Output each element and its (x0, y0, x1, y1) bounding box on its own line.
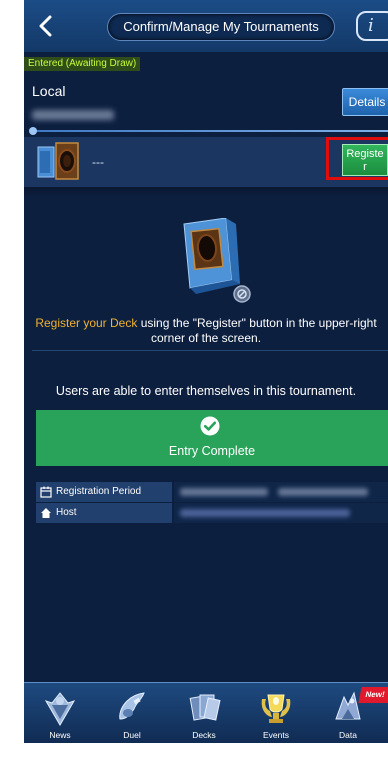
bottom-nav: News Duel Decks Events Data New! (24, 682, 388, 743)
tournament-name: Local (32, 83, 66, 99)
empty-deck-box-icon (183, 218, 251, 303)
header-bar: Confirm/Manage My Tournaments i (24, 0, 388, 52)
hint-line-1: Register your Deck using the "Register" … (24, 316, 388, 331)
hint-rest: using the "Register" button in the upper… (137, 316, 377, 330)
info-row-host: Host (36, 503, 388, 523)
info-row-registration: Registration Period (36, 482, 388, 502)
status-badge: Entered (Awaiting Draw) (24, 57, 141, 71)
nav-news[interactable]: News (24, 683, 96, 743)
nav-events[interactable]: Events (240, 683, 312, 743)
info-label-registration: Registration Period (36, 482, 172, 502)
nav-label-news: News (49, 730, 71, 740)
tournament-id-blurred (32, 110, 114, 120)
tournament-info-table: Registration Period Host (36, 482, 388, 524)
app-screen: Confirm/Manage My Tournaments i Entered … (24, 0, 388, 743)
deck-box-icon (37, 142, 79, 180)
nav-duel[interactable]: Duel (96, 683, 168, 743)
decks-icon (189, 694, 221, 721)
trophy-icon (261, 694, 291, 723)
page-title: Confirm/Manage My Tournaments (107, 13, 335, 41)
hint-line-2: corner of the screen. (150, 331, 262, 345)
info-icon: i (368, 15, 374, 36)
blurred-value (278, 488, 368, 496)
blurred-value (180, 509, 350, 517)
back-button[interactable] (30, 10, 62, 42)
nav-label-events: Events (263, 730, 289, 740)
entry-complete-label: Entry Complete (168, 444, 256, 458)
row-shadow (24, 187, 388, 197)
chevron-left-icon (39, 15, 52, 37)
info-button[interactable]: i (356, 11, 388, 41)
new-badge: New! (358, 687, 388, 703)
host-value (174, 503, 388, 523)
calendar-icon (40, 486, 52, 498)
check-circle-icon (200, 416, 220, 436)
entry-complete-button[interactable]: Entry Complete (36, 410, 388, 466)
registration-period-value (174, 482, 388, 502)
hint-accent: Register your Deck (35, 316, 138, 330)
deck-name: --- (92, 155, 104, 169)
blurred-value (180, 488, 268, 496)
registration-period-label: Registration Period (56, 486, 142, 497)
duel-disk-icon (119, 692, 145, 720)
entry-message: Users are able to enter themselves in th… (55, 384, 357, 398)
host-label: Host (56, 507, 77, 518)
home-icon (41, 508, 51, 518)
register-button[interactable]: Registe r (342, 144, 388, 176)
divider-dot (29, 127, 37, 135)
register-hint: Register your Deck using the "Register" … (24, 316, 388, 346)
divider-line (32, 130, 388, 132)
nav-label-data: Data (339, 730, 357, 740)
news-icon (44, 692, 76, 726)
nav-decks[interactable]: Decks (168, 683, 240, 743)
nav-label-decks: Decks (192, 730, 216, 740)
divider (32, 350, 388, 351)
nav-label-duel: Duel (123, 730, 141, 740)
details-button[interactable]: Details (342, 88, 388, 116)
info-label-host: Host (36, 503, 172, 523)
